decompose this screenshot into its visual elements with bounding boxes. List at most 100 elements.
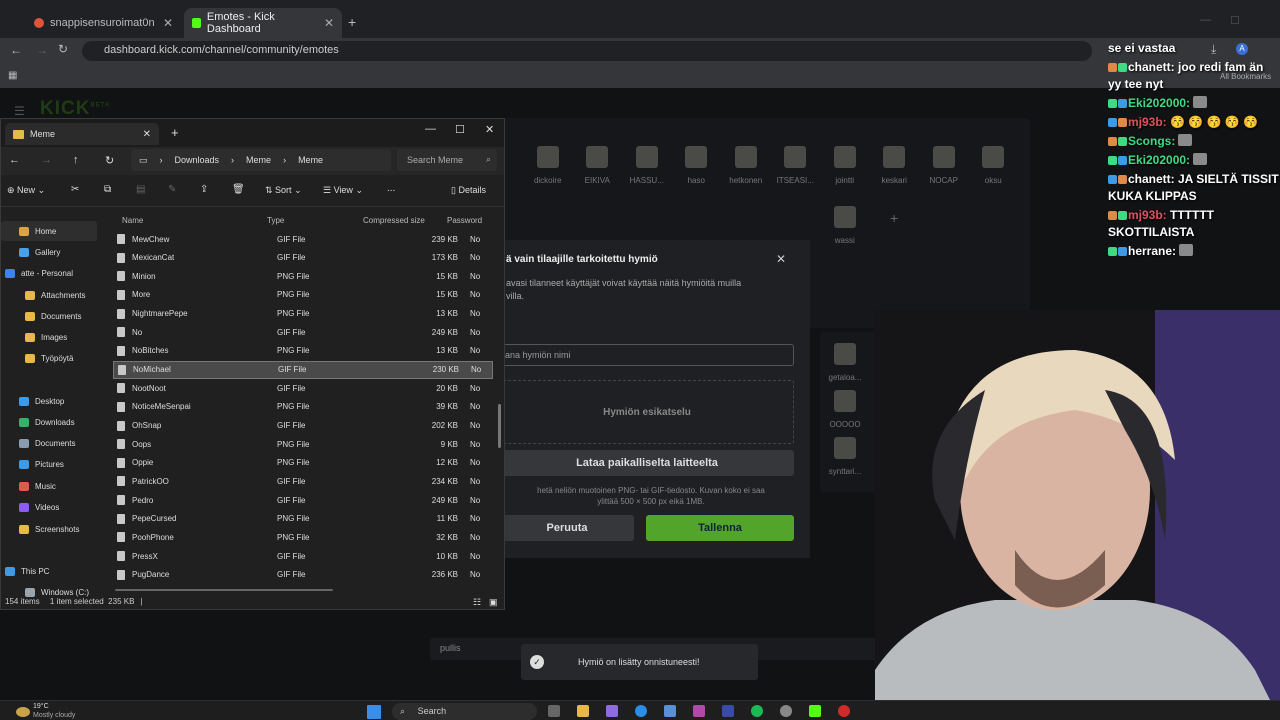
copilot-icon[interactable]: [606, 705, 618, 717]
column-name[interactable]: Name: [113, 216, 263, 225]
file-row[interactable]: PatrickOO GIF File 234 KB No: [113, 472, 493, 490]
emote-tile[interactable]: oksu: [969, 146, 1019, 185]
close-tab-icon[interactable]: ✕: [324, 16, 334, 30]
emote-tile[interactable]: getaloa...: [820, 343, 870, 382]
details-button[interactable]: ▯ Details: [451, 185, 486, 196]
sidebar-item[interactable]: Downloads: [1, 412, 97, 432]
new-tab-icon[interactable]: +: [348, 14, 356, 30]
opera-icon[interactable]: [838, 705, 850, 717]
emote-tile[interactable]: haso: [672, 146, 722, 185]
sidebar-item[interactable]: Documents: [1, 433, 97, 453]
sidebar-item[interactable]: Desktop: [1, 391, 97, 411]
chat-username[interactable]: mj93b:: [1128, 115, 1167, 129]
emote-name-field[interactable]: ana hymiön nimi: [500, 344, 794, 366]
edge-icon[interactable]: [635, 705, 647, 717]
spotify-icon[interactable]: [751, 705, 763, 717]
search-input[interactable]: Search Meme ⌕: [397, 149, 497, 171]
close-icon[interactable]: ✕: [776, 252, 786, 266]
file-row[interactable]: NoMichael GIF File 230 KB No: [113, 360, 493, 379]
file-row[interactable]: PoohPhone PNG File 32 KB No: [113, 528, 493, 546]
minimize-icon[interactable]: —: [1200, 14, 1211, 26]
column-type[interactable]: Type: [263, 216, 363, 225]
file-row[interactable]: PugDance GIF File 236 KB No: [113, 566, 493, 584]
sidebar-item[interactable]: This PC: [1, 561, 97, 581]
view-button[interactable]: ☰ View ⌄: [323, 185, 363, 196]
delete-icon[interactable]: 🗑: [232, 184, 245, 195]
file-row[interactable]: OhSnap GIF File 202 KB No: [113, 417, 493, 435]
emote-tile[interactable]: jointti: [820, 146, 870, 185]
share-icon[interactable]: ⇪: [200, 184, 208, 195]
emote-tile[interactable]: hetkonen: [721, 146, 771, 185]
tiles-view-icon[interactable]: ▣: [489, 597, 498, 608]
file-row[interactable]: PepeCursed PNG File 11 KB No: [113, 510, 493, 528]
emote-tile[interactable]: wassi: [820, 206, 870, 245]
sidebar-item[interactable]: Images: [1, 327, 97, 347]
sidebar-item[interactable]: Attachments: [1, 285, 97, 305]
breadcrumb-item[interactable]: Downloads: [175, 155, 220, 165]
cut-icon[interactable]: ✂: [71, 184, 79, 195]
explorer-tab[interactable]: Meme ✕: [5, 123, 159, 145]
file-row[interactable]: NoBitches PNG File 13 KB No: [113, 342, 493, 360]
file-row[interactable]: Pedro GIF File 249 KB No: [113, 491, 493, 509]
apps-grid-icon[interactable]: ▦: [8, 70, 17, 81]
refresh-icon[interactable]: ↻: [105, 154, 114, 167]
file-row[interactable]: MexicanCat GIF File 173 KB No: [113, 249, 493, 267]
taskbar-search[interactable]: ⌕ Search: [392, 703, 537, 720]
reload-icon[interactable]: ↻: [58, 42, 68, 56]
emote-tile[interactable]: EIKIVA: [573, 146, 623, 185]
copy-icon[interactable]: ⧉: [104, 184, 111, 195]
scrollbar-thumb[interactable]: [498, 404, 501, 448]
back-icon[interactable]: ←: [10, 43, 22, 57]
breadcrumb-item[interactable]: Meme: [298, 155, 323, 165]
sidebar-item[interactable]: Screenshots: [1, 519, 97, 539]
file-row[interactable]: No GIF File 249 KB No: [113, 323, 493, 341]
kick-app-icon[interactable]: [809, 705, 821, 717]
back-icon[interactable]: ←: [9, 154, 20, 166]
new-tab-icon[interactable]: +: [171, 125, 179, 140]
file-row[interactable]: NoticeMeSenpai PNG File 39 KB No: [113, 398, 493, 416]
sidebar-item[interactable]: Gallery: [1, 242, 97, 262]
breadcrumb[interactable]: ▭ › Downloads › Meme › Meme: [131, 149, 391, 171]
file-row[interactable]: Oppie PNG File 12 KB No: [113, 454, 493, 472]
chat-username[interactable]: chanett:: [1128, 60, 1175, 74]
close-tab-icon[interactable]: ✕: [163, 16, 173, 30]
breadcrumb-item[interactable]: Meme: [246, 155, 271, 165]
sidebar-item[interactable]: atte - Personal: [1, 263, 97, 283]
forward-icon[interactable]: →: [36, 43, 48, 57]
file-row[interactable]: Oops PNG File 9 KB No: [113, 435, 493, 453]
file-row[interactable]: Minion PNG File 15 KB No: [113, 267, 493, 285]
sidebar-item[interactable]: Home: [1, 221, 97, 241]
chat-username[interactable]: Scongs:: [1128, 134, 1175, 148]
new-button[interactable]: ⊕ New ⌄: [7, 185, 45, 196]
file-row[interactable]: MewChew GIF File 239 KB No: [113, 230, 493, 248]
emote-tile[interactable]: OOOOO: [820, 390, 870, 429]
upload-local-button[interactable]: Lataa paikalliselta laitteelta: [500, 450, 794, 476]
sidebar-item[interactable]: Music: [1, 476, 97, 496]
chat-username[interactable]: herrane:: [1128, 244, 1176, 258]
more-options-icon[interactable]: ...: [387, 183, 395, 194]
maximize-icon[interactable]: ☐: [1230, 14, 1240, 27]
file-row[interactable]: More PNG File 15 KB No: [113, 286, 493, 304]
minimize-icon[interactable]: —: [425, 123, 436, 135]
address-bar[interactable]: dashboard.kick.com/channel/community/emo…: [82, 41, 1092, 61]
task-view-icon[interactable]: [548, 705, 560, 717]
up-icon[interactable]: ↑: [73, 154, 79, 166]
chat-username[interactable]: Eki202000:: [1128, 153, 1190, 167]
sidebar-item[interactable]: Työpöytä: [1, 348, 97, 368]
emote-tile[interactable]: ITSEASI...: [771, 146, 821, 185]
menu-icon[interactable]: ☰: [14, 104, 25, 118]
chat-username[interactable]: mj93b:: [1128, 208, 1167, 222]
emote-tile[interactable]: dickoire: [523, 146, 573, 185]
sidebar-item[interactable]: Pictures: [1, 454, 97, 474]
file-row[interactable]: NootNoot GIF File 20 KB No: [113, 379, 493, 397]
emote-tile[interactable]: HASSU...: [622, 146, 672, 185]
chat-username[interactable]: chanett:: [1128, 172, 1175, 186]
windows-start-icon[interactable]: [367, 705, 381, 719]
sidebar-item[interactable]: Documents: [1, 306, 97, 326]
browser-tab-1[interactable]: snappisensuroimat0n ✕: [26, 8, 181, 38]
sidebar-item[interactable]: Videos: [1, 497, 97, 517]
kick-logo[interactable]: KICKBETA: [40, 98, 110, 120]
add-emote-icon[interactable]: +: [890, 210, 898, 226]
chat-username[interactable]: Eki202000:: [1128, 96, 1190, 110]
details-view-icon[interactable]: ☷: [473, 597, 481, 608]
